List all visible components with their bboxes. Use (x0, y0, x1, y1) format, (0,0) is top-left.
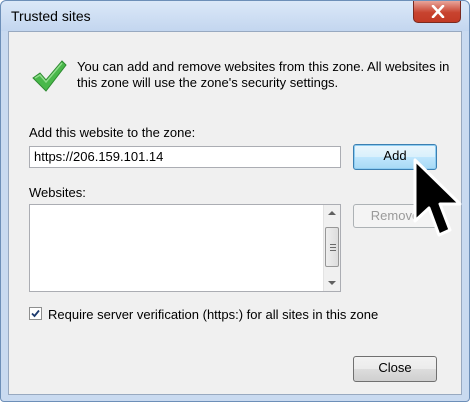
zone-info-text: You can add and remove websites from thi… (77, 59, 457, 91)
thumb-grip-line (330, 244, 336, 245)
mouse-pointer-icon (413, 158, 462, 237)
websites-list[interactable] (29, 204, 341, 292)
window-title: Trusted sites (11, 8, 91, 24)
add-website-label: Add this website to the zone: (29, 125, 196, 140)
green-checkmark-icon (32, 60, 67, 92)
trusted-sites-dialog: Trusted sites You can add and remove web… (0, 0, 470, 402)
scrollbar-thumb[interactable] (325, 227, 339, 267)
require-verification-checkbox[interactable] (29, 307, 42, 320)
window-close-button[interactable] (413, 1, 461, 23)
close-icon (431, 5, 445, 18)
dialog-body: You can add and remove websites from thi… (8, 31, 462, 395)
title-bar[interactable]: Trusted sites (1, 1, 469, 31)
scroll-down-arrow-icon[interactable] (324, 275, 340, 291)
websites-scrollbar[interactable] (323, 205, 340, 291)
websites-label: Websites: (29, 185, 86, 200)
close-button[interactable]: Close (353, 356, 437, 382)
info-line-1: You can add and remove websites from thi… (77, 59, 450, 74)
thumb-grip-line (330, 250, 336, 251)
website-url-input[interactable]: https://206.159.101.14 (29, 146, 341, 168)
scroll-up-arrow-icon[interactable] (324, 205, 340, 221)
require-verification-label[interactable]: Require server verification (https:) for… (48, 307, 378, 322)
checkmark-icon (31, 309, 40, 318)
thumb-grip-line (330, 247, 336, 248)
info-line-2: this zone will use the zone's security s… (77, 75, 339, 90)
